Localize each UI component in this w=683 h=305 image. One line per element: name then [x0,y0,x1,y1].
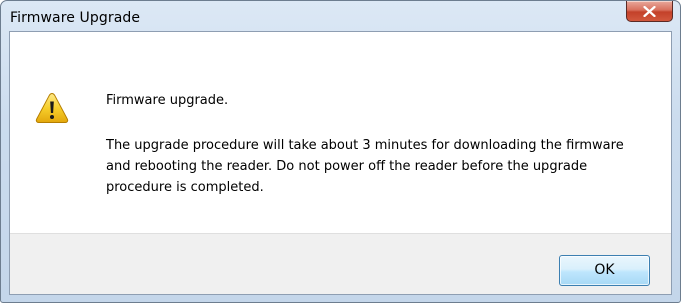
close-button[interactable] [626,1,673,22]
ok-button[interactable]: OK [559,255,650,286]
window-title: Firmware Upgrade [10,10,141,26]
message-area: Firmware upgrade. The upgrade procedure … [10,32,671,233]
button-bar: OK [10,233,671,294]
message-body: The upgrade procedure will take about 3 … [106,138,624,195]
message-heading: Firmware upgrade. [106,93,229,108]
dialog-body: Firmware upgrade. The upgrade procedure … [9,31,672,295]
close-icon [643,6,656,17]
title-bar[interactable]: Firmware Upgrade [1,1,680,31]
warning-icon [35,92,69,123]
dialog-window: Firmware Upgrade Firmware upgrade. The u… [0,0,681,303]
